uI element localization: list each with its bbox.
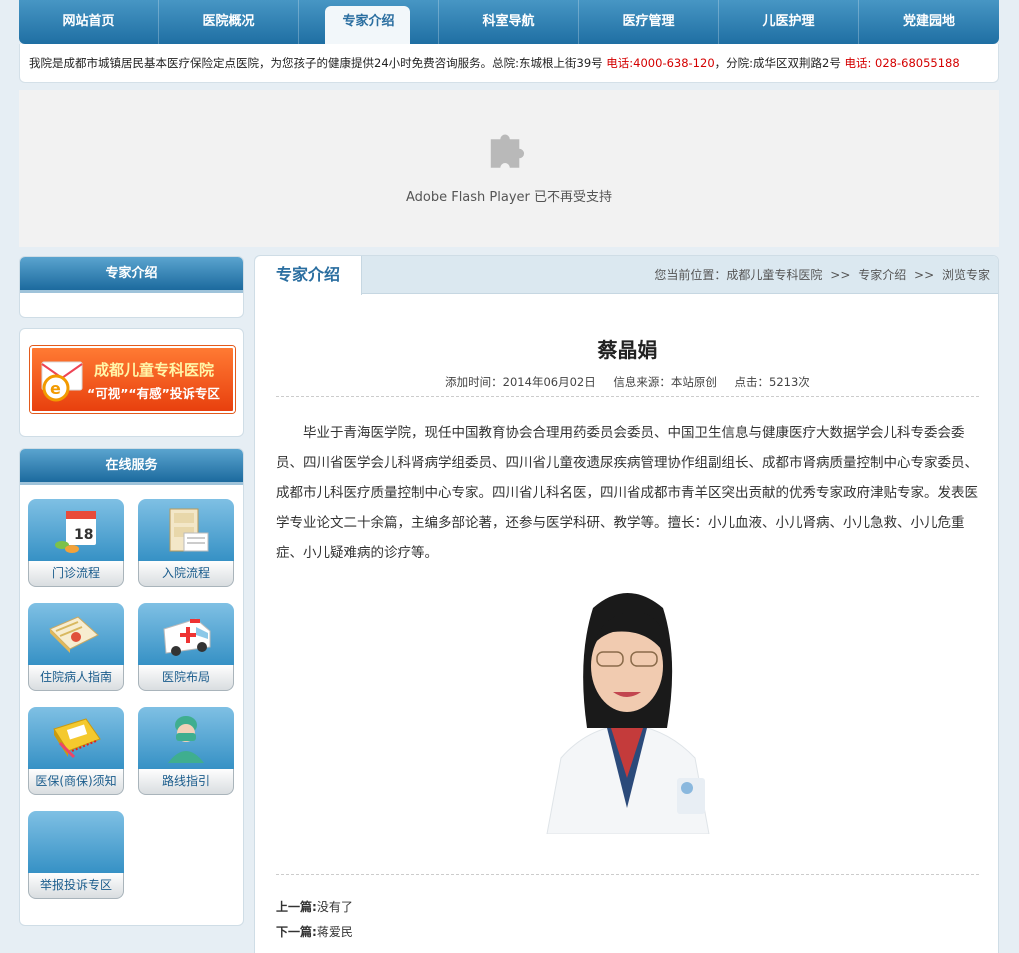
service-label: 路线指引: [138, 769, 234, 795]
breadcrumb: 您当前位置：成都儿童专科医院 >> 专家介绍 >> 浏览专家: [654, 256, 990, 294]
cabinet-form-icon: [169, 508, 209, 552]
main-content: 专家介绍 您当前位置：成都儿童专科医院 >> 专家介绍 >> 浏览专家 蔡晶娟 …: [254, 255, 999, 953]
article-source: 信息来源：本站原创: [613, 375, 717, 389]
banner-title: 成都儿童专科医院: [94, 361, 215, 379]
nav-item-overview[interactable]: 医院概况: [159, 0, 299, 44]
divider: [276, 396, 979, 397]
flash-message: Adobe Flash Player 已不再受支持: [405, 190, 613, 205]
main-header: 专家介绍 您当前位置：成都儿童专科医院 >> 专家介绍 >> 浏览专家: [255, 256, 998, 295]
prev-article: 上一篇:没有了: [276, 898, 353, 915]
notice-text-1: 我院是成都市城镇居民基本医疗保险定点医院，为您孩子的健康提供24小时免费咨询服务…: [29, 56, 607, 70]
article-body: 毕业于青海医学院，现任中国教育协会合理用药委员会委员、中国卫生信息与健康医疗大数…: [276, 425, 978, 561]
breadcrumb-separator: >>: [914, 268, 935, 282]
svg-text:e: e: [50, 379, 61, 398]
article-added-time: 添加时间：2014年06月02日: [445, 375, 596, 389]
doctor-mask-icon: [168, 716, 204, 763]
prev-link[interactable]: 没有了: [317, 900, 353, 914]
service-label: 医院布局: [138, 665, 234, 691]
tab-experts[interactable]: 专家介绍: [255, 256, 362, 295]
service-label: 入院流程: [138, 561, 234, 587]
sidebar-banner-box: e 成都儿童专科医院 “可视”“有感”投诉专区: [19, 328, 244, 437]
sidebar-services-box: 在线服务 18 门诊流程 入院流程 住院病人指南 医院布局 医保(商保)须知 路…: [19, 448, 244, 926]
service-admission-process[interactable]: 入院流程: [138, 499, 234, 589]
next-label: 下一篇:: [276, 925, 317, 939]
breadcrumb-current: 浏览专家: [941, 268, 990, 282]
svg-text:18: 18: [74, 527, 93, 543]
service-label: 门诊流程: [28, 561, 124, 587]
expert-photo: [527, 578, 727, 834]
puzzle-plugin-icon: [490, 134, 525, 168]
nav-item-pediatric-care[interactable]: 儿医护理: [719, 0, 859, 44]
service-label: 举报投诉专区: [28, 873, 124, 899]
breadcrumb-prefix: 您当前位置：: [654, 268, 727, 282]
nav-item-departments[interactable]: 科室导航: [439, 0, 579, 44]
prev-label: 上一篇:: [276, 900, 317, 914]
notice-text-2: ，分院:成华区双荆路2号: [714, 56, 845, 70]
article-clicks: 点击：5213次: [734, 375, 810, 389]
service-hospital-layout[interactable]: 医院布局: [138, 603, 234, 693]
next-link[interactable]: 蒋爱民: [317, 925, 353, 939]
calendar-pills-icon: 18: [55, 511, 96, 553]
article-title: 蔡晶娟: [597, 338, 658, 362]
id-card-icon: [53, 718, 101, 759]
nav-item-party-building[interactable]: 党建园地: [859, 0, 999, 44]
service-outpatient-process[interactable]: 18 门诊流程: [28, 499, 124, 589]
document-book-icon: [49, 616, 99, 653]
sidebar-services-title: 在线服务: [20, 449, 243, 485]
notice-phone-1: 电话:4000-638-120: [606, 56, 715, 70]
nav-item-home[interactable]: 网站首页: [19, 0, 159, 44]
service-report-complaint[interactable]: 举报投诉专区: [28, 811, 124, 901]
envelope-e-icon: e: [41, 361, 83, 402]
notice-bar: 我院是成都市城镇居民基本医疗保险定点医院，为您孩子的健康提供24小时免费咨询服务…: [19, 44, 999, 83]
next-article: 下一篇:蒋爱民: [276, 923, 353, 940]
breadcrumb-separator: >>: [830, 268, 851, 282]
main-nav: 网站首页 医院概况 专家介绍 科室导航 医疗管理 儿医护理 党建园地: [19, 0, 999, 44]
article-meta: 添加时间：2014年06月02日 信息来源：本站原创 点击：5213次: [255, 374, 998, 390]
sidebar-expert-title: 专家介绍: [20, 257, 243, 293]
notice-phone-2: 电话: 028-68055188: [844, 56, 960, 70]
ambulance-icon: [163, 618, 211, 656]
sidebar-expert-box: 专家介绍: [19, 256, 244, 318]
service-label: 医保(商保)须知: [28, 769, 124, 795]
banner-subtitle: “可视”“有感”投诉专区: [87, 386, 220, 401]
flash-placeholder[interactable]: Adobe Flash Player 已不再受支持: [19, 90, 999, 247]
breadcrumb-home[interactable]: 成都儿童专科医院: [726, 268, 822, 282]
complaint-banner[interactable]: e 成都儿童专科医院 “可视”“有感”投诉专区: [30, 346, 235, 413]
divider: [276, 874, 979, 875]
service-route-guide[interactable]: 路线指引: [138, 707, 234, 797]
breadcrumb-experts[interactable]: 专家介绍: [858, 268, 906, 282]
service-insurance-notice[interactable]: 医保(商保)须知: [28, 707, 124, 797]
service-label: 住院病人指南: [28, 665, 124, 691]
nav-item-medical-management[interactable]: 医疗管理: [579, 0, 719, 44]
service-inpatient-guide[interactable]: 住院病人指南: [28, 603, 124, 693]
nav-item-experts[interactable]: 专家介绍: [299, 0, 439, 44]
